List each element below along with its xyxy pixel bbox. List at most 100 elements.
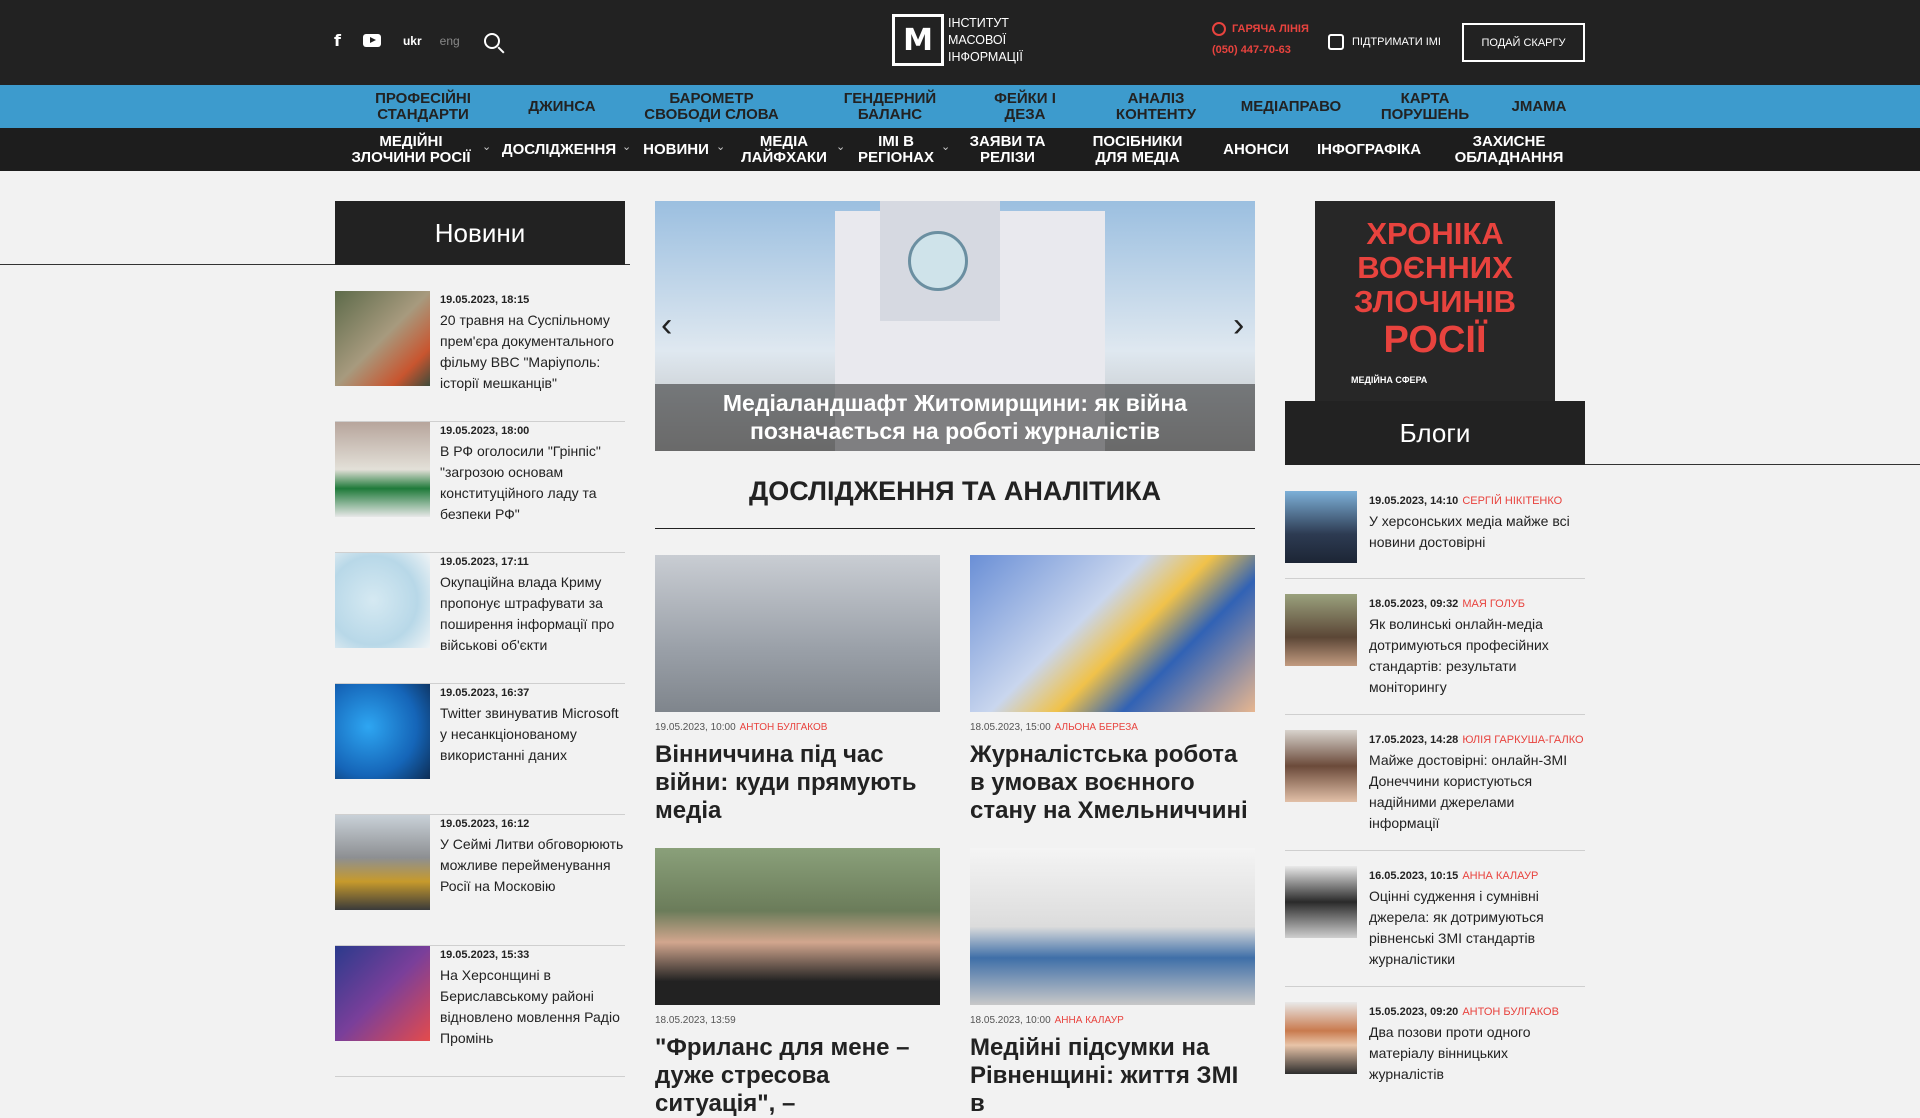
blog-headline[interactable]: У херсонських медіа майже всі новини дос… — [1369, 511, 1579, 553]
article-card[interactable]: 18.05.2023, 15:00 АЛЬОНА БЕРЕЗА Журналіст… — [970, 555, 1255, 825]
news-thumbnail[interactable] — [335, 422, 430, 517]
news-item[interactable]: 19.05.2023, 15:33 На Херсонщині в Берисл… — [335, 946, 625, 1077]
article-title[interactable]: "Фриланс для мене – дуже стресова ситуац… — [655, 1034, 940, 1118]
chevron-left-icon[interactable]: ‹ — [661, 306, 672, 345]
article-image[interactable] — [655, 555, 940, 712]
lang-eng-link[interactable]: eng — [440, 34, 460, 48]
article-image[interactable] — [655, 848, 940, 1005]
banner-text: ХРОНІКА ВОЄННИХ ЗЛОЧИНІВ РОСІЇ — [1315, 201, 1555, 362]
blog-item[interactable]: 18.05.2023, 09:32 МАЯ ГОЛУБ Як волинські … — [1285, 594, 1585, 715]
nav-jmama[interactable]: JMAMA — [1500, 85, 1578, 128]
nav-media-lifehacks[interactable]: МЕДІА ЛАЙФХАКИ — [738, 128, 830, 171]
article-title[interactable]: Медійні підсумки на Рівненщині: життя ЗМ… — [970, 1034, 1255, 1118]
nav-media-crimes[interactable]: МЕДІЙНІ ЗЛОЧИНИ РОСІЇ — [350, 128, 472, 171]
article-author[interactable]: АНТОН БУЛГАКОВ — [740, 722, 828, 733]
news-thumbnail[interactable] — [335, 291, 430, 386]
nav-professional-standards[interactable]: ПРОФЕСІЙНІ СТАНДАРТИ — [368, 85, 478, 128]
article-card[interactable]: 18.05.2023, 10:00 АННА КАЛАУР Медійні під… — [970, 848, 1255, 1118]
youtube-icon[interactable] — [362, 34, 381, 47]
news-item[interactable]: 19.05.2023, 18:15 20 травня на Суспільно… — [335, 291, 625, 422]
news-headline[interactable]: Twitter звинуватив Microsoft у несанкціо… — [440, 703, 625, 766]
nav-imi-regions[interactable]: ІМІ В РЕГІОНАХ — [855, 128, 937, 171]
news-headline[interactable]: У Сеймі Литви обговорюють можливе перейм… — [440, 834, 625, 897]
news-headline[interactable]: На Херсонщині в Бериславському районі ві… — [440, 965, 625, 1049]
news-item[interactable]: 19.05.2023, 16:12 У Сеймі Литви обговорю… — [335, 815, 625, 946]
article-image[interactable] — [970, 848, 1255, 1005]
nav-fakes[interactable]: ФЕЙКИ І ДЕЗА — [975, 85, 1075, 128]
chevron-down-icon[interactable]: ⌄ — [622, 140, 631, 153]
slide-caption[interactable]: Медіаландшафт Житомирщини: як війна позн… — [655, 384, 1255, 451]
news-headline[interactable]: Окупаційна влада Криму пропонує штрафува… — [440, 572, 625, 656]
search-icon[interactable] — [483, 32, 500, 49]
news-headline[interactable]: В РФ оголосили "Грінпіс" "загрозою основ… — [440, 441, 625, 525]
avatar[interactable] — [1285, 491, 1357, 563]
blog-headline[interactable]: Два позови проти одного матеріалу вінниц… — [1369, 1022, 1579, 1085]
article-title[interactable]: Вінниччина під час війни: куди прямують … — [655, 741, 940, 825]
news-item[interactable]: 19.05.2023, 17:11 Окупаційна влада Криму… — [335, 553, 625, 684]
article-date: 18.05.2023, 10:00 — [970, 1015, 1051, 1026]
blog-item[interactable]: 17.05.2023, 14:28 ЮЛІЯ ГАРКУША-ГАЛКО Майж… — [1285, 730, 1585, 851]
news-headline[interactable]: 20 травня на Суспільному прем'єра докуме… — [440, 310, 625, 394]
blog-date: 18.05.2023, 09:32 — [1369, 598, 1459, 610]
nav-gender-balance[interactable]: ГЕНДЕРНИЙ БАЛАНС — [835, 85, 945, 128]
news-thumbnail[interactable] — [335, 946, 430, 1041]
article-author[interactable]: АННА КАЛАУР — [1055, 1015, 1124, 1026]
blog-author[interactable]: АНТОН БУЛГАКОВ — [1462, 1006, 1559, 1018]
chevron-down-icon[interactable]: ⌄ — [482, 140, 491, 153]
article-card[interactable]: 19.05.2023, 10:00 АНТОН БУЛГАКОВ Вінниччи… — [655, 555, 940, 825]
blog-author[interactable]: СЕРГІЙ НІКІТЕНКО — [1462, 495, 1562, 507]
nav-protective-equipment[interactable]: ЗАХИСНЕ ОБЛАДНАННЯ — [1448, 128, 1570, 171]
blog-item[interactable]: 16.05.2023, 10:15 АННА КАЛАУР Оцінні судж… — [1285, 866, 1585, 987]
chevron-down-icon[interactable]: ⌄ — [836, 140, 845, 153]
nav-statements[interactable]: ЗАЯВИ ТА РЕЛІЗИ — [960, 128, 1055, 171]
blog-item[interactable]: 15.05.2023, 09:20 АНТОН БУЛГАКОВ Два позо… — [1285, 1002, 1585, 1082]
news-thumbnail[interactable] — [335, 684, 430, 779]
nav-violations-map[interactable]: КАРТА ПОРУШЕНЬ — [1370, 85, 1480, 128]
news-date: 19.05.2023, 16:37 — [440, 687, 530, 699]
news-item[interactable]: 19.05.2023, 16:37 Twitter звинуватив Mic… — [335, 684, 625, 815]
war-crimes-banner[interactable]: ХРОНІКА ВОЄННИХ ЗЛОЧИНІВ РОСІЇ МЕДІЙНА С… — [1315, 201, 1555, 401]
blog-headline[interactable]: Майже достовірні: онлайн-ЗМІ Донеччини к… — [1369, 750, 1579, 834]
news-thumbnail[interactable] — [335, 553, 430, 648]
support-link[interactable]: ПІДТРИМАТИ ІМІ — [1328, 34, 1441, 50]
chevron-down-icon[interactable]: ⌄ — [941, 140, 950, 153]
nav-media-law[interactable]: МЕДІАПРАВО — [1236, 85, 1346, 128]
nav-media-guides[interactable]: ПОСІБНИКИ ДЛЯ МЕДІА — [1085, 128, 1190, 171]
article-image[interactable] — [970, 555, 1255, 712]
facebook-icon[interactable]: f — [334, 31, 341, 50]
blog-author[interactable]: АННА КАЛАУР — [1462, 870, 1538, 882]
article-card[interactable]: 18.05.2023, 13:59 "Фриланс для мене – ду… — [655, 848, 940, 1118]
news-item[interactable]: 19.05.2023, 18:00 В РФ оголосили "Грінпі… — [335, 422, 625, 553]
avatar[interactable] — [1285, 730, 1357, 802]
blog-item[interactable]: 19.05.2023, 14:10 СЕРГІЙ НІКІТЕНКО У херс… — [1285, 491, 1585, 579]
blog-author[interactable]: ЮЛІЯ ГАРКУША-ГАЛКО — [1462, 734, 1583, 746]
submit-complaint-button[interactable]: ПОДАЙ СКАРГУ — [1462, 23, 1585, 62]
nav-news[interactable]: НОВИНИ — [640, 128, 712, 171]
avatar[interactable] — [1285, 594, 1357, 666]
nav-content-analysis[interactable]: АНАЛІЗ КОНТЕНТУ — [1100, 85, 1212, 128]
featured-slider[interactable]: ‹ › Медіаландшафт Житомирщини: як війна … — [655, 201, 1255, 451]
article-title[interactable]: Журналістська робота в умовах воєнного с… — [970, 741, 1255, 825]
avatar[interactable] — [1285, 1002, 1357, 1074]
avatar[interactable] — [1285, 866, 1357, 938]
imi-logo[interactable]: M Інститут масової інформації — [892, 14, 1023, 66]
blog-headline[interactable]: Як волинські онлайн-медіа дотримуються п… — [1369, 614, 1579, 698]
nav-announcements[interactable]: АНОНСИ — [1218, 128, 1294, 171]
blog-author[interactable]: МАЯ ГОЛУБ — [1462, 598, 1525, 610]
logo-line: інформації — [948, 49, 1023, 64]
blog-headline[interactable]: Оцінні судження і сумнівні джерела: як д… — [1369, 886, 1579, 970]
chevron-down-icon[interactable]: ⌄ — [716, 140, 725, 153]
article-meta: 18.05.2023, 10:00 АННА КАЛАУР — [970, 1015, 1255, 1026]
news-thumbnail[interactable] — [335, 815, 430, 910]
article-author[interactable]: АЛЬОНА БЕРЕЗА — [1055, 722, 1138, 733]
lang-ukr-link[interactable]: ukr — [403, 34, 422, 48]
research-section-title: ДОСЛІДЖЕННЯ ТА АНАЛІТИКА — [748, 476, 1161, 506]
nav-barometer[interactable]: БАРОМЕТР СВОБОДИ СЛОВА — [630, 85, 793, 128]
nav-jeansa[interactable]: ДЖИНСА — [520, 85, 604, 128]
nav-research[interactable]: ДОСЛІДЖЕННЯ — [502, 128, 616, 171]
chevron-right-icon[interactable]: › — [1233, 306, 1244, 345]
nav-infographics[interactable]: ІНФОГРАФІКА — [1314, 128, 1424, 171]
hotline-phone[interactable]: (050) 447-70-63 — [1212, 44, 1309, 56]
banner-line: ХРОНІКА — [1366, 216, 1504, 251]
hotline[interactable]: ГАРЯЧА ЛІНІЯ (050) 447-70-63 — [1212, 22, 1309, 56]
